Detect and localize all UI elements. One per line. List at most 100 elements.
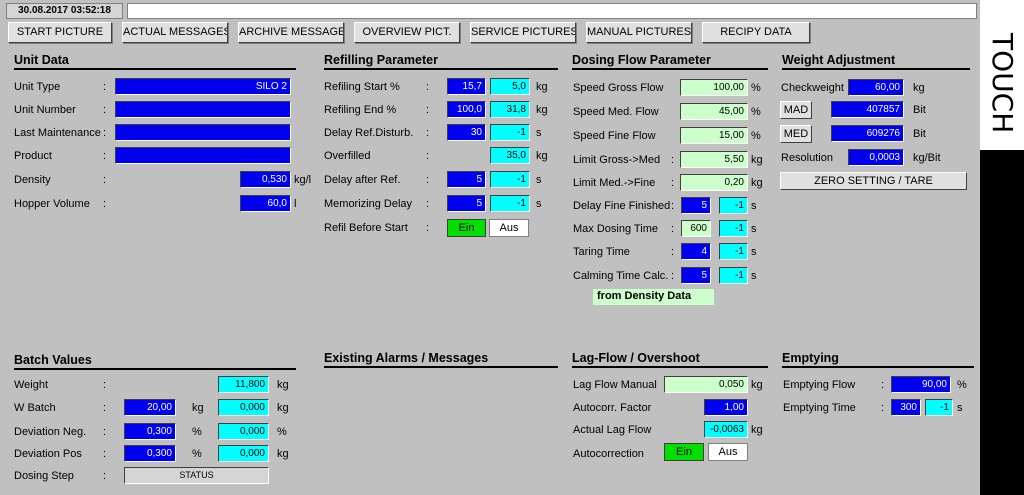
hopper-volume-field[interactable]: 60,0 — [240, 195, 291, 212]
delay-ref-disturb-field[interactable]: 30 — [447, 124, 486, 141]
memorizing-delay-actual: -1 — [490, 195, 530, 212]
refiling-start-label: Refiling Start % — [324, 81, 400, 93]
deviation-pos-unit: % — [192, 448, 202, 460]
overfilled-field: 35,0 — [490, 147, 530, 164]
colon: : — [881, 379, 885, 391]
colon: : — [103, 104, 107, 116]
speed-gross-flow-label: Speed Gross Flow — [573, 82, 664, 94]
memorizing-delay-label: Memorizing Delay — [324, 198, 413, 210]
zero-setting-tare-button[interactable]: ZERO SETTING / TARE — [780, 172, 967, 190]
emptying-time-field[interactable]: 300 — [891, 399, 921, 416]
emptying-time-label: Emptying Time — [783, 402, 856, 414]
autocorr-factor-label: Autocorr. Factor — [573, 402, 652, 414]
nav-recipy-data-button[interactable]: RECIPY DATA — [702, 22, 810, 43]
nav-manual-pictures-button[interactable]: MANUAL PICTURES — [586, 22, 692, 43]
weight-unit: kg — [277, 379, 289, 391]
taring-time-label: Taring Time — [573, 246, 630, 258]
delay-ref-disturb-actual: -1 — [490, 124, 530, 141]
delay-ref-disturb-label: Delay Ref.Disturb. — [324, 127, 414, 139]
deviation-pos-actual: 0,000 — [218, 445, 269, 462]
colon: : — [103, 81, 107, 93]
lag-flow-manual-label: Lag Flow Manual — [573, 379, 657, 391]
density-label: Density — [14, 174, 51, 186]
taring-time-actual: -1 — [719, 243, 748, 260]
lag-flow-manual-field[interactable]: 0,050 — [664, 376, 748, 393]
colon: : — [103, 426, 107, 438]
autocorr-factor-field[interactable]: 1,00 — [704, 399, 748, 416]
calming-time-calc-actual: -1 — [719, 267, 748, 284]
emptying-flow-label: Emptying Flow — [783, 379, 856, 391]
delay-after-ref-field[interactable]: 5 — [447, 171, 486, 188]
checkweight-field[interactable]: 60,00 — [848, 79, 904, 96]
emptying-flow-field[interactable]: 90,00 — [891, 376, 951, 393]
colon: : — [671, 270, 675, 282]
autocorrection-aus-button[interactable]: Aus — [708, 443, 748, 461]
refil-before-start-label: Refil Before Start — [324, 222, 408, 234]
delay-after-ref-actual: -1 — [490, 171, 530, 188]
speed-med-flow-label: Speed Med. Flow — [573, 106, 659, 118]
weight-field: 11,800 — [218, 376, 269, 393]
w-batch-field[interactable]: 20,00 — [124, 399, 176, 416]
deviation-neg-field[interactable]: 0,300 — [124, 423, 176, 440]
delay-fine-finished-label: Delay Fine Finished — [573, 200, 671, 212]
memorizing-delay-field[interactable]: 5 — [447, 195, 486, 212]
dosing-step-label: Dosing Step — [14, 470, 74, 482]
med-field: 609276 — [831, 125, 904, 142]
colon: : — [426, 104, 430, 116]
lag-flow-manual-unit: kg — [751, 379, 763, 391]
touch-label: TOUCH — [986, 33, 1019, 134]
delay-fine-finished-field[interactable]: 5 — [681, 197, 711, 214]
mad-button[interactable]: MAD — [780, 101, 812, 119]
resolution-unit: kg/Bit — [913, 152, 941, 164]
colon: : — [671, 246, 675, 258]
speed-fine-flow-field[interactable]: 15,00 — [680, 127, 748, 144]
delay-ref-disturb-unit: s — [536, 127, 542, 139]
colon: : — [426, 150, 430, 162]
colon: : — [671, 154, 675, 166]
taring-time-field[interactable]: 4 — [681, 243, 711, 260]
nav-start-picture-button[interactable]: START PICTURE — [8, 22, 112, 43]
speed-med-flow-field[interactable]: 45,00 — [680, 103, 748, 120]
colon: : — [103, 448, 107, 460]
existing-alarms-title: Existing Alarms / Messages — [324, 350, 558, 368]
deviation-pos-field[interactable]: 0,300 — [124, 445, 176, 462]
overfilled-unit: kg — [536, 150, 548, 162]
refiling-end-kg-field: 31,8 — [490, 101, 530, 118]
limit-gross-med-field[interactable]: 5,50 — [680, 151, 748, 168]
dosing-flow-parameter-title: Dosing Flow Parameter — [572, 52, 768, 70]
last-maintenance-label: Last Maintenance — [14, 127, 101, 139]
nav-service-pictures-button[interactable]: SERVICE PICTURES — [470, 22, 576, 43]
refil-before-start-ein-button[interactable]: Ein — [447, 219, 486, 237]
alarms-list[interactable] — [324, 371, 558, 489]
refiling-start-unit: kg — [536, 81, 548, 93]
datetime-display: 30.08.2017 03:52:18 — [6, 3, 123, 19]
colon: : — [671, 223, 675, 235]
mad-unit: Bit — [913, 104, 926, 116]
refiling-start-pct-field[interactable]: 15,7 — [447, 78, 486, 95]
refil-before-start-aus-button[interactable]: Aus — [489, 219, 529, 237]
autocorrection-ein-button[interactable]: Ein — [664, 443, 704, 461]
density-field[interactable]: 0,530 — [240, 171, 291, 188]
nav-archive-messages-button[interactable]: ARCHIVE MESSAGES — [238, 22, 344, 43]
delay-fine-finished-unit: s — [751, 200, 757, 212]
max-dosing-time-field[interactable]: 600 — [681, 220, 711, 237]
emptying-flow-unit: % — [957, 379, 967, 391]
message-line — [127, 3, 977, 19]
nav-overview-pict-button[interactable]: OVERVIEW PICT. — [354, 22, 460, 43]
product-label: Product — [14, 150, 52, 162]
last-maintenance-field[interactable] — [115, 124, 291, 141]
refiling-end-pct-field[interactable]: 100,0 — [447, 101, 486, 118]
speed-gross-flow-field[interactable]: 100,00 — [680, 79, 748, 96]
limit-med-fine-field[interactable]: 0,20 — [680, 174, 748, 191]
unit-type-field[interactable]: SILO 2 — [115, 78, 291, 95]
weight-adjustment-title: Weight Adjustment — [782, 52, 970, 70]
calming-time-calc-label: Calming Time Calc. — [573, 270, 669, 282]
calming-time-calc-field[interactable]: 5 — [681, 267, 711, 284]
refiling-start-kg-field: 5,0 — [490, 78, 530, 95]
deviation-pos-label: Deviation Pos — [14, 448, 82, 460]
nav-actual-messages-button[interactable]: ACTUAL MESSAGES — [122, 22, 228, 43]
unit-number-field[interactable] — [115, 101, 291, 118]
limit-gross-med-label: Limit Gross->Med — [573, 154, 661, 166]
product-field[interactable] — [115, 147, 291, 164]
med-button[interactable]: MED — [780, 125, 812, 143]
